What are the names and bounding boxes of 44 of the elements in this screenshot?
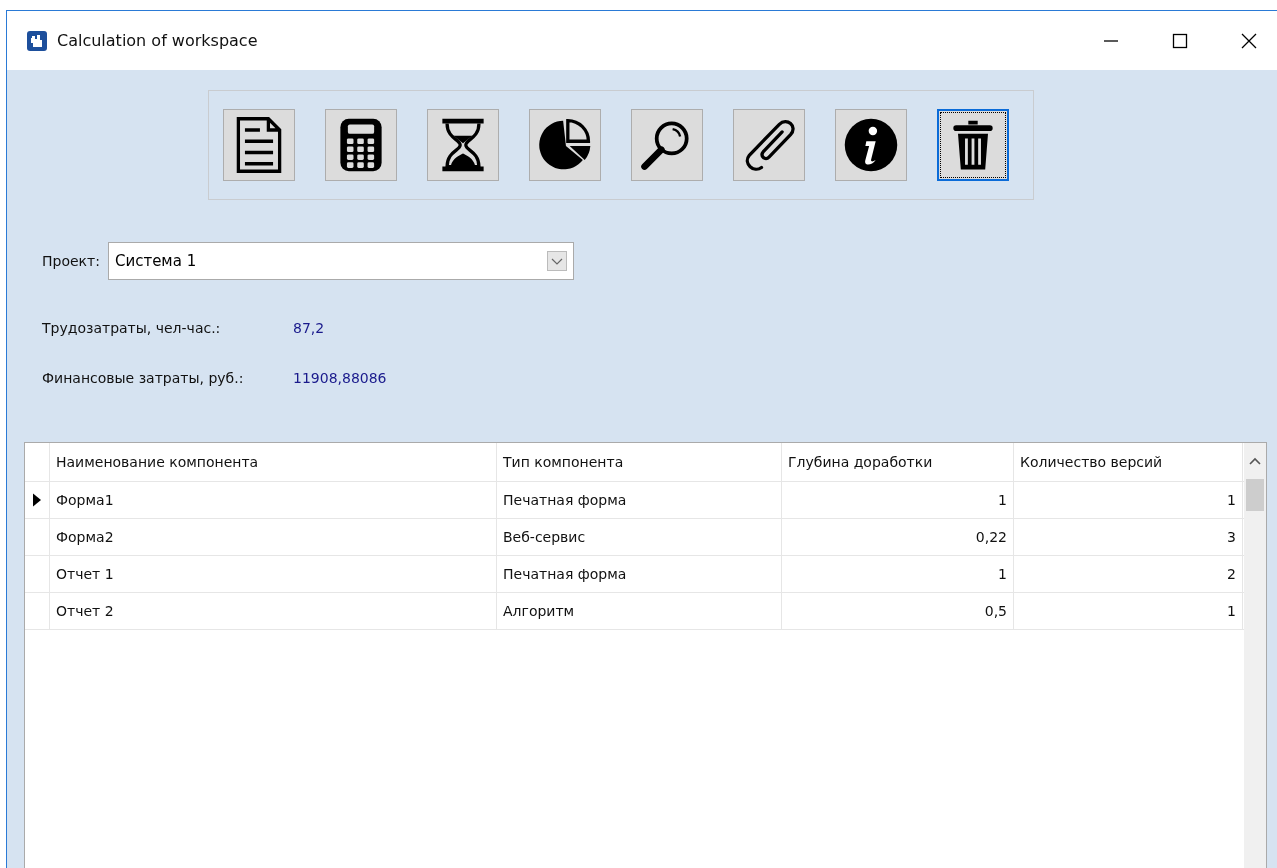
toolbar-button[interactable] bbox=[937, 109, 1009, 181]
table-cell: 1 bbox=[1014, 482, 1243, 518]
scroll-up-icon bbox=[1249, 457, 1261, 465]
maximize-icon bbox=[1170, 31, 1189, 50]
table-cell: Форма2 bbox=[50, 519, 497, 555]
toolbar-button[interactable] bbox=[427, 109, 499, 181]
row-pointer-icon bbox=[33, 493, 41, 507]
table-cell: Форма1 bbox=[50, 482, 497, 518]
toolbar-button[interactable] bbox=[325, 109, 397, 181]
toolbar-button[interactable] bbox=[835, 109, 907, 181]
table-cell: Печатная форма bbox=[497, 482, 782, 518]
window-title: Calculation of workspace bbox=[57, 31, 258, 50]
column-header[interactable]: Количество версий bbox=[1014, 443, 1243, 481]
caret-icon bbox=[546, 251, 567, 271]
table-cell: 1 bbox=[782, 482, 1014, 518]
stat-label: Трудозатраты, чел-час.: bbox=[42, 320, 222, 336]
stat-label: Финансовые затраты, руб.: bbox=[42, 370, 245, 386]
toolbar-button[interactable] bbox=[733, 109, 805, 181]
scrollbar-thumb[interactable] bbox=[1246, 479, 1264, 511]
table-cell: 0,22 bbox=[782, 519, 1014, 555]
column-header[interactable]: Глубина доработки bbox=[782, 443, 1014, 481]
column-header[interactable]: Тип компонента bbox=[497, 443, 782, 481]
toolbar-button[interactable] bbox=[529, 109, 601, 181]
column-header[interactable]: Наименование компонента bbox=[50, 443, 497, 481]
stat-value: 11908,88086 bbox=[293, 370, 387, 386]
table-cell: 3 bbox=[1014, 519, 1243, 555]
table-cell: Веб-сервис bbox=[497, 519, 782, 555]
toolbar-button[interactable] bbox=[631, 109, 703, 181]
minimize-icon bbox=[1102, 39, 1119, 42]
table-cell: Печатная форма bbox=[497, 556, 782, 592]
scrollbar[interactable] bbox=[1244, 443, 1266, 868]
app-icon bbox=[27, 30, 47, 51]
table-cell: Алгоритм bbox=[497, 593, 782, 629]
table-cell: Отчет 2 bbox=[50, 593, 497, 629]
project-dropdown[interactable]: Система 1 bbox=[107, 242, 574, 280]
table-cell: 0,5 bbox=[782, 593, 1014, 629]
close-icon bbox=[1239, 31, 1258, 50]
table-cell: 1 bbox=[1014, 593, 1243, 629]
table-cell: 2 bbox=[1014, 556, 1243, 592]
table-cell: Отчет 1 bbox=[50, 556, 497, 592]
toolbar-button[interactable] bbox=[223, 109, 295, 181]
table-cell: 1 bbox=[782, 556, 1014, 592]
project-label: Проект: bbox=[42, 253, 100, 269]
stat-value: 87,2 bbox=[293, 320, 325, 336]
